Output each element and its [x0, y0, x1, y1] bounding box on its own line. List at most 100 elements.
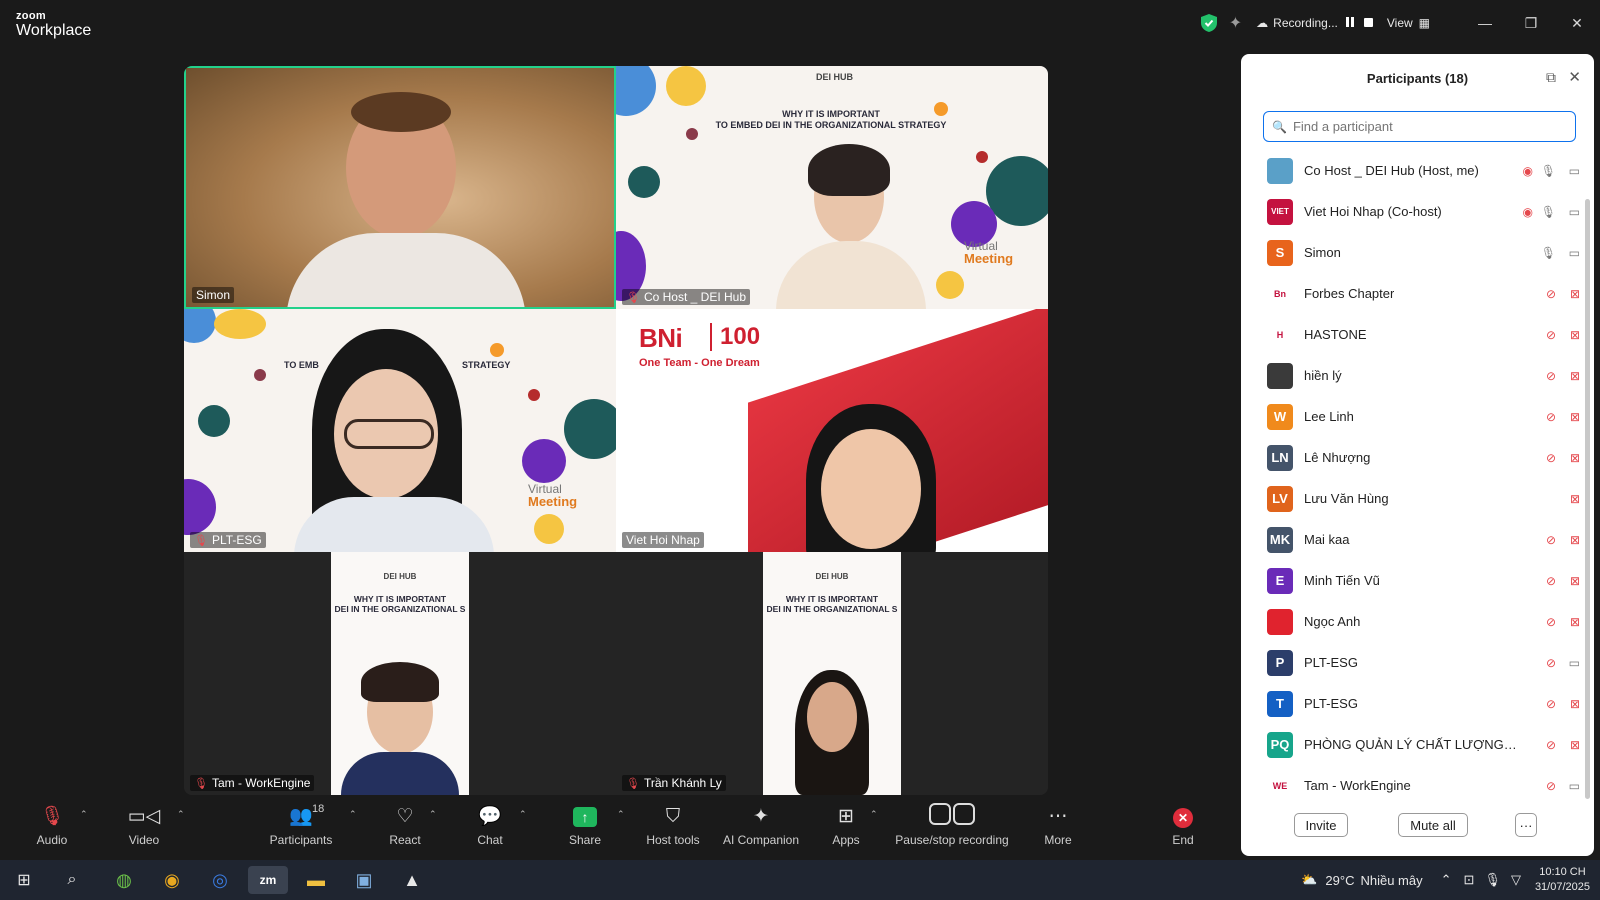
vpn-icon[interactable]: ▽: [1511, 872, 1521, 888]
minimize-icon[interactable]: —: [1462, 15, 1508, 31]
chat-options-caret-icon[interactable]: ⌃: [519, 809, 527, 820]
audio-options-caret-icon[interactable]: ⌃: [80, 809, 88, 820]
muted-mic-icon[interactable]: ⊘: [1546, 656, 1556, 670]
participant-row[interactable]: Bn Forbes Chapter ⊘ ⊠: [1241, 273, 1586, 314]
participant-row[interactable]: Ngọc Anh ⊘ ⊠: [1241, 601, 1586, 642]
video-off-icon[interactable]: ⊠: [1570, 369, 1580, 383]
video-camera-icon[interactable]: ▭: [1569, 164, 1580, 178]
recording-indicator[interactable]: ☁ Recording...: [1256, 16, 1373, 30]
ai-sparkle-icon[interactable]: ✦: [1229, 13, 1242, 33]
video-tile-simon[interactable]: Simon: [184, 66, 616, 309]
video-off-icon[interactable]: ⊠: [1570, 615, 1580, 629]
video-off-icon[interactable]: ⊠: [1570, 410, 1580, 424]
invite-button[interactable]: Invite: [1294, 813, 1348, 837]
participants-options-caret-icon[interactable]: ⌃: [349, 809, 357, 820]
zoom-app-icon[interactable]: zm: [248, 866, 288, 894]
participant-row[interactable]: P PLT-ESG ⊘ ▭: [1241, 642, 1586, 683]
muted-mic-icon[interactable]: ⊘: [1546, 328, 1556, 342]
video-tile-tam-workengine[interactable]: DEI HUB WHY IT IS IMPORTANT DEI IN THE OR…: [184, 552, 616, 795]
muted-mic-icon[interactable]: ⊘: [1546, 697, 1556, 711]
participant-row[interactable]: LN Lê Nhượng ⊘ ⊠: [1241, 437, 1586, 478]
pop-out-icon[interactable]: ⧉: [1546, 69, 1556, 86]
video-off-icon[interactable]: ⊠: [1570, 533, 1580, 547]
share-options-caret-icon[interactable]: ⌃: [617, 809, 625, 820]
video-off-icon[interactable]: ⊠: [1570, 738, 1580, 752]
chevron-up-icon[interactable]: ⌃: [1441, 872, 1452, 888]
video-off-icon[interactable]: ⊠: [1570, 451, 1580, 465]
video-tile-plt-esg[interactable]: TO EMB STRATEGY Virtual Meeting 🎙 PLT-ESG: [184, 309, 616, 552]
more-button[interactable]: ⋯ More: [1018, 803, 1098, 847]
clock[interactable]: 10:10 CH 31/07/2025: [1535, 865, 1590, 895]
video-off-icon[interactable]: ⊠: [1570, 492, 1580, 506]
video-tile-co-host[interactable]: DEI HUB WHY IT IS IMPORTANT TO EMBED DEI …: [616, 66, 1048, 309]
chat-button[interactable]: 💬 Chat: [450, 803, 530, 847]
participant-row[interactable]: MK Mai kaa ⊘ ⊠: [1241, 519, 1586, 560]
restore-icon[interactable]: ❐: [1508, 15, 1554, 32]
chrome-icon[interactable]: ◉: [152, 866, 192, 894]
participant-row[interactable]: W Lee Linh ⊘ ⊠: [1241, 396, 1586, 437]
apps-options-caret-icon[interactable]: ⌃: [870, 809, 878, 820]
participant-row[interactable]: hiền lý ⊘ ⊠: [1241, 355, 1586, 396]
close-panel-icon[interactable]: ✕: [1568, 68, 1581, 86]
react-options-caret-icon[interactable]: ⌃: [429, 809, 437, 820]
mic-icon[interactable]: 🎙: [1541, 246, 1556, 260]
video-options-caret-icon[interactable]: ⌃: [177, 809, 185, 820]
close-window-icon[interactable]: ✕: [1554, 15, 1600, 32]
search-icon[interactable]: ⌕: [52, 866, 92, 894]
participant-row[interactable]: WE Tam - WorkEngine ⊘ ▭: [1241, 765, 1586, 806]
video-tile-viet-hoi-nhap[interactable]: BNi 100 One Team - One Dream Viet Hoi Nh…: [616, 309, 1048, 552]
end-meeting-button[interactable]: ✕ End: [1143, 803, 1223, 847]
muted-mic-icon[interactable]: ⊘: [1546, 451, 1556, 465]
app-icon-notifications[interactable]: ◎: [200, 866, 240, 894]
ai-companion-button[interactable]: ✦ AI Companion: [716, 803, 806, 847]
participant-row[interactable]: LV Lưu Văn Hùng ⊠: [1241, 478, 1586, 519]
mute-all-button[interactable]: Mute all: [1398, 813, 1468, 837]
participant-row[interactable]: E Minh Tiến Vũ ⊘ ⊠: [1241, 560, 1586, 601]
mic-icon[interactable]: 🎙: [1541, 205, 1556, 219]
recording-pause-icon[interactable]: [1345, 16, 1356, 30]
video-camera-icon[interactable]: ▭: [1569, 246, 1580, 260]
recording-stop-icon[interactable]: [1363, 16, 1373, 30]
muted-mic-icon[interactable]: ⊘: [1546, 738, 1556, 752]
muted-mic-icon[interactable]: ⊘: [1546, 779, 1556, 793]
video-off-icon[interactable]: ⊠: [1570, 697, 1580, 711]
participant-row[interactable]: S Simon 🎙 ▭: [1241, 232, 1586, 273]
muted-mic-icon[interactable]: ⊘: [1546, 533, 1556, 547]
video-off-icon[interactable]: ⊠: [1570, 574, 1580, 588]
start-icon[interactable]: ⊞: [4, 866, 44, 894]
pause-stop-recording-button[interactable]: Pause/stop recording: [890, 803, 1014, 847]
search-input[interactable]: [1292, 119, 1563, 134]
microphone-icon[interactable]: 🎙: [1484, 872, 1501, 888]
video-off-icon[interactable]: ⊠: [1570, 287, 1580, 301]
network-icon[interactable]: ⊡: [1464, 872, 1475, 888]
muted-mic-icon[interactable]: ⊘: [1546, 410, 1556, 424]
video-camera-icon[interactable]: ▭: [1569, 205, 1580, 219]
participant-search[interactable]: 🔍: [1263, 111, 1576, 142]
photos-icon[interactable]: ▲: [392, 866, 432, 894]
participant-row[interactable]: H HASTONE ⊘ ⊠: [1241, 314, 1586, 355]
muted-mic-icon[interactable]: ⊘: [1546, 369, 1556, 383]
participant-row[interactable]: VIET Viet Hoi Nhap (Co-host) ◉ 🎙 ▭: [1241, 191, 1586, 232]
participants-button[interactable]: 👥 18 Participants: [261, 803, 341, 847]
muted-mic-icon[interactable]: ⊘: [1546, 574, 1556, 588]
host-tools-button[interactable]: ⛉ Host tools: [633, 803, 713, 847]
mic-icon[interactable]: 🎙: [1541, 164, 1556, 178]
participant-row[interactable]: PQ PHÒNG QUẢN LÝ CHẤT LƯỢNG_HÙ... ⊘ ⊠: [1241, 724, 1586, 765]
video-camera-icon[interactable]: ▭: [1569, 779, 1580, 793]
file-explorer-icon[interactable]: ▬: [296, 866, 336, 894]
video-button[interactable]: ▭◁ Video: [104, 803, 184, 847]
app-icon-window[interactable]: ▣: [344, 866, 384, 894]
view-button[interactable]: View ▦: [1387, 16, 1430, 30]
weather-desc[interactable]: Nhiều mây: [1360, 873, 1422, 888]
video-tile-tran-khanh-ly[interactable]: DEI HUB WHY IT IS IMPORTANT DEI IN THE OR…: [616, 552, 1048, 795]
video-camera-icon[interactable]: ▭: [1569, 656, 1580, 670]
muted-mic-icon[interactable]: ⊘: [1546, 287, 1556, 301]
scrollbar[interactable]: [1585, 199, 1590, 799]
video-off-icon[interactable]: ⊠: [1570, 328, 1580, 342]
encryption-shield-icon[interactable]: [1200, 14, 1217, 32]
app-icon-browser[interactable]: ◍: [104, 866, 144, 894]
participant-row[interactable]: T PLT-ESG ⊘ ⊠: [1241, 683, 1586, 724]
more-options-button[interactable]: ···: [1515, 813, 1537, 837]
participant-row[interactable]: Co Host _ DEI Hub (Host, me) ◉ 🎙 ▭: [1241, 150, 1586, 191]
muted-mic-icon[interactable]: ⊘: [1546, 615, 1556, 629]
